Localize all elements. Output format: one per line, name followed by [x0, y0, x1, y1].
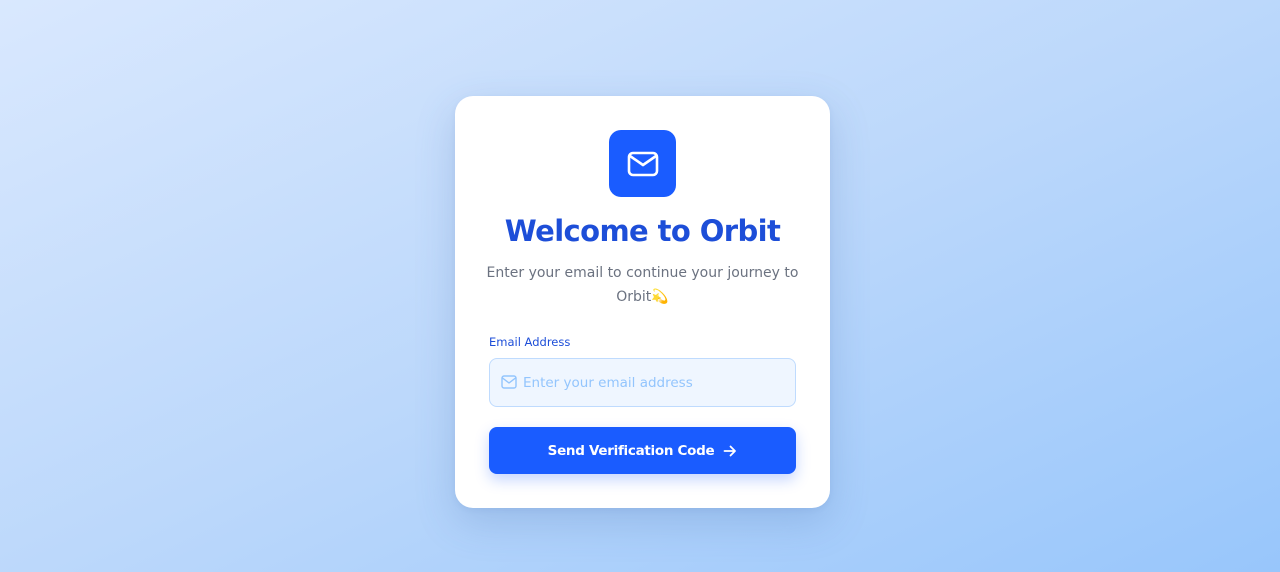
send-verification-code-button[interactable]: Send Verification Code	[489, 427, 796, 474]
send-verification-code-label: Send Verification Code	[547, 442, 715, 459]
page-subtitle: Enter your email to continue your journe…	[486, 265, 799, 305]
email-input[interactable]	[523, 359, 783, 406]
page-title: Welcome to Orbit	[504, 214, 781, 248]
email-input-wrapper	[489, 358, 796, 407]
login-card: Welcome to Orbit Enter your email to con…	[455, 96, 830, 508]
logo-badge	[609, 130, 676, 197]
mail-icon	[627, 151, 658, 176]
mail-icon	[501, 375, 517, 389]
arrow-right-icon	[723, 444, 737, 458]
email-label: Email Address	[489, 335, 571, 349]
